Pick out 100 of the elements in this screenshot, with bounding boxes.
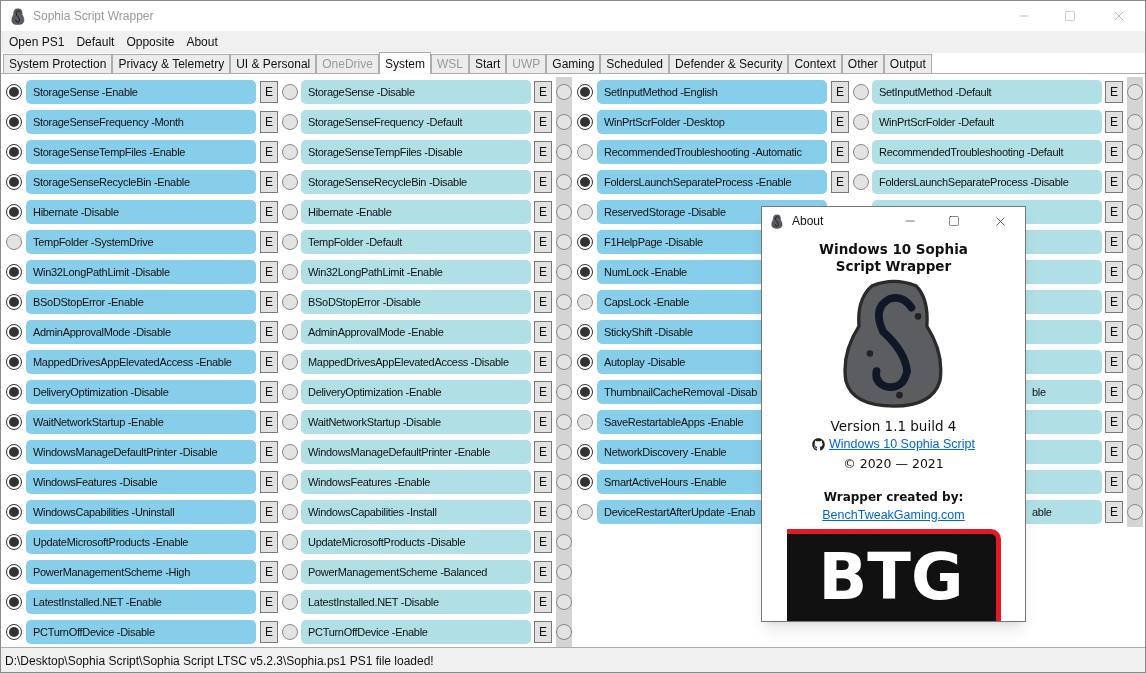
option-button[interactable]: StorageSenseTempFiles -Enable [26,140,256,164]
radio-button[interactable] [556,414,572,430]
option-button[interactable]: MappedDrivesAppElevatedAccess -Disable [301,350,531,374]
option-button[interactable]: WindowsCapabilities -Uninstall [26,500,256,524]
edit-button[interactable]: E [260,531,278,553]
repo-link[interactable]: Windows 10 Sophia Script [829,435,975,454]
menu-item[interactable]: Opposite [120,33,181,51]
edit-button[interactable]: E [831,171,849,193]
option-button[interactable]: MappedDrivesAppElevatedAccess -Enable [26,350,256,374]
radio-button[interactable] [853,174,869,190]
option-button[interactable]: WindowsManageDefaultPrinter -Disable [26,440,256,464]
tab[interactable]: Start [468,54,507,73]
radio-button[interactable] [282,444,298,460]
radio-button[interactable] [282,534,298,550]
edit-button[interactable]: E [1105,321,1123,343]
radio-button[interactable] [282,324,298,340]
edit-button[interactable]: E [534,201,552,223]
option-button[interactable]: StorageSense -Disable [301,80,531,104]
edit-button[interactable]: E [1105,201,1123,223]
maximize-icon[interactable] [948,215,960,227]
menu-item[interactable]: About [180,33,224,51]
edit-button[interactable]: E [1105,291,1123,313]
edit-button[interactable]: E [260,141,278,163]
radio-button[interactable] [6,624,22,640]
tab[interactable]: UI & Personal [230,54,317,73]
edit-button[interactable]: E [831,81,849,103]
edit-button[interactable]: E [534,381,552,403]
option-button[interactable]: PCTurnOffDevice -Disable [26,620,256,644]
edit-button[interactable]: E [534,111,552,133]
radio-button[interactable] [282,264,298,280]
tab[interactable]: Output [883,54,932,73]
radio-button[interactable] [577,474,593,490]
radio-button[interactable] [6,174,22,190]
radio-button[interactable] [6,234,22,250]
edit-button[interactable]: E [260,501,278,523]
radio-button[interactable] [556,234,572,250]
radio-button[interactable] [1127,84,1143,100]
radio-button[interactable] [577,414,593,430]
radio-button[interactable] [6,204,22,220]
radio-button[interactable] [1127,384,1143,400]
radio-button[interactable] [577,354,593,370]
radio-button[interactable] [556,264,572,280]
radio-button[interactable] [556,84,572,100]
edit-button[interactable]: E [1105,471,1123,493]
option-button[interactable]: SetInputMethod -English [597,80,827,104]
edit-button[interactable]: E [1105,501,1123,523]
radio-button[interactable] [282,294,298,310]
radio-button[interactable] [577,264,593,280]
radio-button[interactable] [6,114,22,130]
radio-button[interactable] [556,204,572,220]
edit-button[interactable]: E [534,141,552,163]
radio-button[interactable] [556,564,572,580]
edit-button[interactable]: E [1105,111,1123,133]
edit-button[interactable]: E [534,591,552,613]
edit-button[interactable]: E [1105,441,1123,463]
radio-button[interactable] [577,324,593,340]
option-button[interactable]: StorageSenseFrequency -Month [26,110,256,134]
radio-button[interactable] [853,144,869,160]
radio-button[interactable] [282,504,298,520]
radio-button[interactable] [556,114,572,130]
edit-button[interactable]: E [534,621,552,643]
edit-button[interactable]: E [260,441,278,463]
radio-button[interactable] [1127,264,1143,280]
edit-button[interactable]: E [534,531,552,553]
edit-button[interactable]: E [260,231,278,253]
radio-button[interactable] [556,384,572,400]
tab[interactable]: Context [788,54,842,73]
tab[interactable]: Defender & Security [669,54,789,73]
radio-button[interactable] [577,234,593,250]
radio-button[interactable] [577,114,593,130]
edit-button[interactable]: E [534,471,552,493]
radio-button[interactable] [6,144,22,160]
edit-button[interactable]: E [1105,351,1123,373]
option-button[interactable]: DeliveryOptimization -Enable [301,380,531,404]
radio-button[interactable] [556,174,572,190]
radio-button[interactable] [6,84,22,100]
option-button[interactable]: PCTurnOffDevice -Enable [301,620,531,644]
radio-button[interactable] [6,324,22,340]
radio-button[interactable] [6,474,22,490]
option-button[interactable]: PowerManagementScheme -High [26,560,256,584]
edit-button[interactable]: E [260,321,278,343]
radio-button[interactable] [556,294,572,310]
edit-button[interactable]: E [534,441,552,463]
edit-button[interactable]: E [260,261,278,283]
radio-button[interactable] [577,84,593,100]
radio-button[interactable] [6,444,22,460]
radio-button[interactable] [556,474,572,490]
radio-button[interactable] [1127,474,1143,490]
option-button[interactable]: DeliveryOptimization -Disable [26,380,256,404]
option-button[interactable]: Hibernate -Enable [301,200,531,224]
radio-button[interactable] [6,264,22,280]
radio-button[interactable] [1127,504,1143,520]
radio-button[interactable] [1127,294,1143,310]
edit-button[interactable]: E [260,291,278,313]
option-button[interactable]: WinPrtScrFolder -Desktop [597,110,827,134]
option-button[interactable]: WinPrtScrFolder -Default [872,110,1102,134]
option-button[interactable]: FoldersLaunchSeparateProcess -Disable [872,170,1102,194]
tab[interactable]: Scheduled [600,54,670,73]
option-button[interactable]: Win32LongPathLimit -Disable [26,260,256,284]
edit-button[interactable]: E [260,591,278,613]
